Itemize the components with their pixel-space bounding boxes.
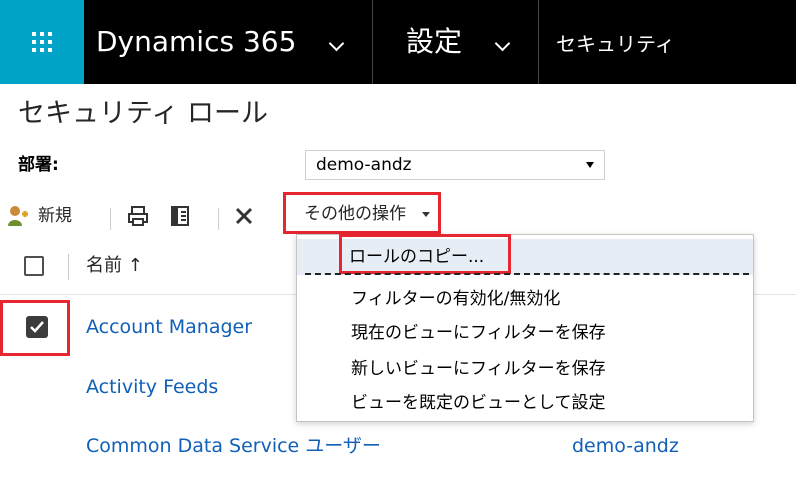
chevron-down-icon[interactable] xyxy=(494,35,511,52)
business-unit-value: demo-andz xyxy=(316,155,412,175)
app-title[interactable]: Dynamics 365 xyxy=(96,22,296,62)
toolbar-divider xyxy=(218,208,219,230)
business-unit-link[interactable]: demo-andz xyxy=(572,432,679,460)
nav-divider xyxy=(538,0,539,84)
menu-item-save-filter-new[interactable]: 新しいビューにフィルターを保存 xyxy=(297,351,753,387)
chevron-down-icon[interactable] xyxy=(328,35,345,52)
export-icon[interactable] xyxy=(168,204,192,228)
role-name-link[interactable]: Activity Feeds xyxy=(86,373,218,401)
menu-item-save-filter-current[interactable]: 現在のビューにフィルターを保存 xyxy=(297,315,753,351)
role-name-link[interactable]: Account Manager xyxy=(86,313,252,341)
app-launcher-button[interactable] xyxy=(0,0,84,84)
copy-role-highlight xyxy=(339,234,511,274)
toolbar-divider xyxy=(110,208,111,230)
print-icon[interactable] xyxy=(126,204,150,228)
select-all-checkbox[interactable] xyxy=(24,256,44,276)
caret-down-icon xyxy=(422,212,430,217)
column-divider xyxy=(68,254,69,280)
more-actions-button[interactable]: その他の操作 xyxy=(283,192,441,234)
role-name-link[interactable]: Common Data Service ユーザー xyxy=(86,432,381,460)
menu-item-label: ビューを既定のビューとして設定 xyxy=(351,393,606,413)
name-column-header[interactable]: 名前 ↑ xyxy=(86,252,143,280)
menu-item-set-default-view[interactable]: ビューを既定のビューとして設定 xyxy=(297,385,753,421)
top-navigation-bar: Dynamics 365 設定 セキュリティ xyxy=(0,0,796,84)
menu-separator xyxy=(305,273,749,275)
new-button-label: 新規 xyxy=(38,206,72,226)
business-unit-select[interactable]: demo-andz xyxy=(305,150,605,180)
nav-divider xyxy=(372,0,373,84)
area-title[interactable]: 設定 xyxy=(406,22,462,62)
more-actions-label: その他の操作 xyxy=(304,204,406,224)
breadcrumb[interactable]: セキュリティ xyxy=(556,30,675,58)
menu-item-label: フィルターの有効化/無効化 xyxy=(351,289,561,309)
page-title: セキュリティ ロール xyxy=(18,98,268,129)
menu-item-label: 新しいビューにフィルターを保存 xyxy=(351,359,606,379)
menu-item-toggle-filter[interactable]: フィルターの有効化/無効化 xyxy=(297,281,753,317)
business-unit-label: 部署: xyxy=(18,155,59,175)
new-role-icon xyxy=(8,206,28,226)
app-launcher-icon xyxy=(32,32,52,52)
menu-item-label: 現在のビューにフィルターを保存 xyxy=(351,323,606,343)
dropdown-arrow-icon xyxy=(586,162,594,168)
selection-highlight xyxy=(0,300,70,356)
table-row[interactable]: Common Data Service ユーザー demo-andz xyxy=(0,416,796,474)
delete-icon[interactable] xyxy=(232,204,256,228)
